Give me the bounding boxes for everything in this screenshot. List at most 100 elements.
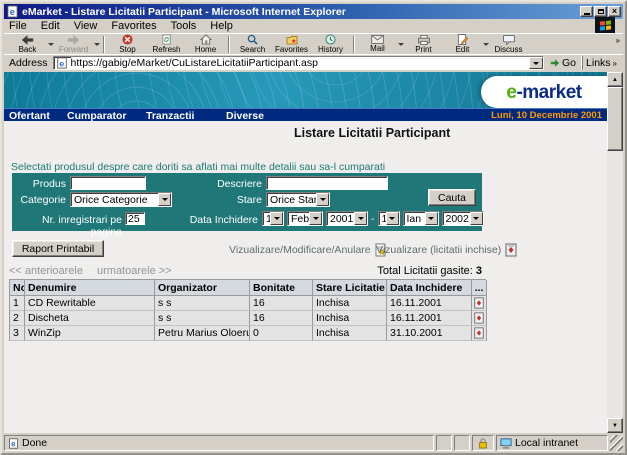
resize-grip[interactable] xyxy=(610,435,623,451)
chevron-down-icon[interactable] xyxy=(316,193,329,206)
row-stare: Inchisa xyxy=(313,326,387,341)
produs-input[interactable] xyxy=(70,176,146,190)
stare-label: Stare xyxy=(236,194,262,206)
current-date: Luni, 10 Decembrie 2001 xyxy=(491,110,602,121)
discuss-icon xyxy=(502,34,515,45)
status-message-panel: e Done xyxy=(4,435,434,451)
to-year-select[interactable]: 2002 xyxy=(441,211,484,226)
chevron-down-icon[interactable] xyxy=(270,212,283,225)
ie-window-icon: e xyxy=(7,5,18,18)
toolbar-separator xyxy=(353,35,355,53)
mail-dropdown[interactable] xyxy=(397,34,404,54)
home-button[interactable]: Home xyxy=(186,34,225,54)
status-spacer-panel xyxy=(436,435,452,451)
row-view-button[interactable] xyxy=(472,296,487,311)
menu-file[interactable]: File xyxy=(7,20,34,32)
row-view-button[interactable] xyxy=(472,311,487,326)
refresh-button[interactable]: Refresh xyxy=(147,34,186,54)
toolbar-overflow-chevron[interactable]: » xyxy=(616,36,620,45)
total-label: Total Licitatii gasite: xyxy=(377,265,473,277)
forward-button[interactable]: Forward xyxy=(54,34,93,54)
address-input[interactable] xyxy=(70,57,530,69)
address-field[interactable]: e xyxy=(52,56,545,70)
cauta-button[interactable]: Cauta xyxy=(428,189,476,206)
search-button[interactable]: Search xyxy=(233,34,272,54)
links-bar[interactable]: Links » xyxy=(582,56,620,70)
to-month-select[interactable]: Ian xyxy=(402,211,439,226)
stare-select[interactable]: Orice Stare xyxy=(266,192,330,207)
from-day-select[interactable]: 10 xyxy=(262,211,284,226)
menu-favorites[interactable]: Favorites xyxy=(104,20,163,32)
row-organizator: Petru Marius Oloeru xyxy=(155,326,250,341)
pagination-row: << anterioarele urmatoarele >> Total Lic… xyxy=(9,265,482,277)
edit-button[interactable]: Edit xyxy=(443,34,482,54)
chevron-down-icon[interactable] xyxy=(354,212,367,225)
mail-icon xyxy=(371,35,384,44)
back-dropdown[interactable] xyxy=(47,34,54,54)
row-no: 1 xyxy=(10,296,25,311)
scrollbar-thumb[interactable] xyxy=(607,87,623,151)
col-header-actions: ... xyxy=(472,280,487,296)
chevron-down-icon[interactable] xyxy=(469,212,483,225)
row-data: 16.11.2001 xyxy=(387,296,472,311)
history-button[interactable]: History xyxy=(311,34,350,54)
closed-report-icon xyxy=(474,297,484,309)
next-page-link[interactable]: urmatoarele >> xyxy=(97,265,172,277)
status-spacer-panel xyxy=(454,435,470,451)
discuss-button[interactable]: Discuss xyxy=(489,34,528,54)
emarket-logo: e-market xyxy=(481,76,607,108)
favorites-button[interactable]: Favorites xyxy=(272,34,311,54)
vizualizare-inchise-link[interactable]: Vizualizare (licitatii inchise) xyxy=(376,243,518,257)
vizualizare-modificare-link[interactable]: Vizualizare/Modificare/Anulare xyxy=(229,243,388,257)
nr-inregistrari-label: Nr. inregistrari pe pagina xyxy=(42,214,122,238)
menu-view[interactable]: View xyxy=(67,20,105,32)
from-year-select[interactable]: 2001 xyxy=(326,211,368,226)
close-button[interactable]: × xyxy=(608,6,621,17)
chevron-down-icon[interactable] xyxy=(385,212,399,225)
menu-edit[interactable]: Edit xyxy=(34,20,67,32)
chevron-down-icon[interactable] xyxy=(424,212,438,225)
produs-label: Produs xyxy=(32,178,66,190)
raport-printabil-button[interactable]: Raport Printabil xyxy=(12,240,104,257)
forward-dropdown[interactable] xyxy=(93,34,100,54)
scroll-up-button[interactable]: ▲ xyxy=(607,72,623,87)
row-stare: Inchisa xyxy=(313,296,387,311)
categorie-select[interactable]: Orice Categorie xyxy=(70,192,172,207)
row-stare: Inchisa xyxy=(313,311,387,326)
print-button[interactable]: Print xyxy=(404,34,443,54)
row-bonitate: 16 xyxy=(250,296,313,311)
restore-button[interactable] xyxy=(594,6,607,17)
browser-window: e eMarket - Listare Licitatii Participan… xyxy=(0,0,627,455)
back-button[interactable]: Back xyxy=(8,34,47,54)
go-button[interactable]: Go xyxy=(547,57,579,69)
scroll-down-button[interactable]: ▼ xyxy=(607,418,623,433)
browser-viewport: e-market Ofertant Cumparator Tranzactii … xyxy=(4,72,623,433)
toolbar-separator xyxy=(103,35,105,53)
prev-page-link[interactable]: << anterioarele xyxy=(9,265,83,277)
row-view-button[interactable] xyxy=(472,326,487,341)
vertical-scrollbar[interactable]: ▲ ▼ xyxy=(607,72,623,433)
menu-tools[interactable]: Tools xyxy=(164,20,204,32)
address-label: Address xyxy=(9,57,48,69)
from-month-select[interactable]: Feb xyxy=(287,211,323,226)
title-bar: e eMarket - Listare Licitatii Participan… xyxy=(4,4,623,19)
intro-text: Selectati produsul despre care doriti sa… xyxy=(11,161,386,173)
address-dropdown[interactable] xyxy=(529,57,544,69)
svg-text:e: e xyxy=(59,58,64,68)
address-bar: Address e Go Links » xyxy=(4,54,623,71)
menu-help[interactable]: Help xyxy=(203,20,240,32)
chevron-down-icon[interactable] xyxy=(309,212,322,225)
col-header-denumire: Denumire xyxy=(25,280,155,296)
col-header-stare: Stare Licitatie xyxy=(313,280,387,296)
minimize-button[interactable] xyxy=(580,6,593,17)
mail-button[interactable]: Mail xyxy=(358,34,397,54)
stop-button[interactable]: Stop xyxy=(108,34,147,54)
row-denumire: Discheta xyxy=(25,311,155,326)
nr-inregistrari-input[interactable] xyxy=(125,212,145,225)
edit-dropdown[interactable] xyxy=(482,34,489,54)
col-header-bonitate: Bonitate xyxy=(250,280,313,296)
col-header-no: No xyxy=(10,280,25,296)
to-day-select[interactable]: 10 xyxy=(377,211,400,226)
descriere-input[interactable] xyxy=(266,176,388,190)
closed-report-icon xyxy=(474,312,484,324)
